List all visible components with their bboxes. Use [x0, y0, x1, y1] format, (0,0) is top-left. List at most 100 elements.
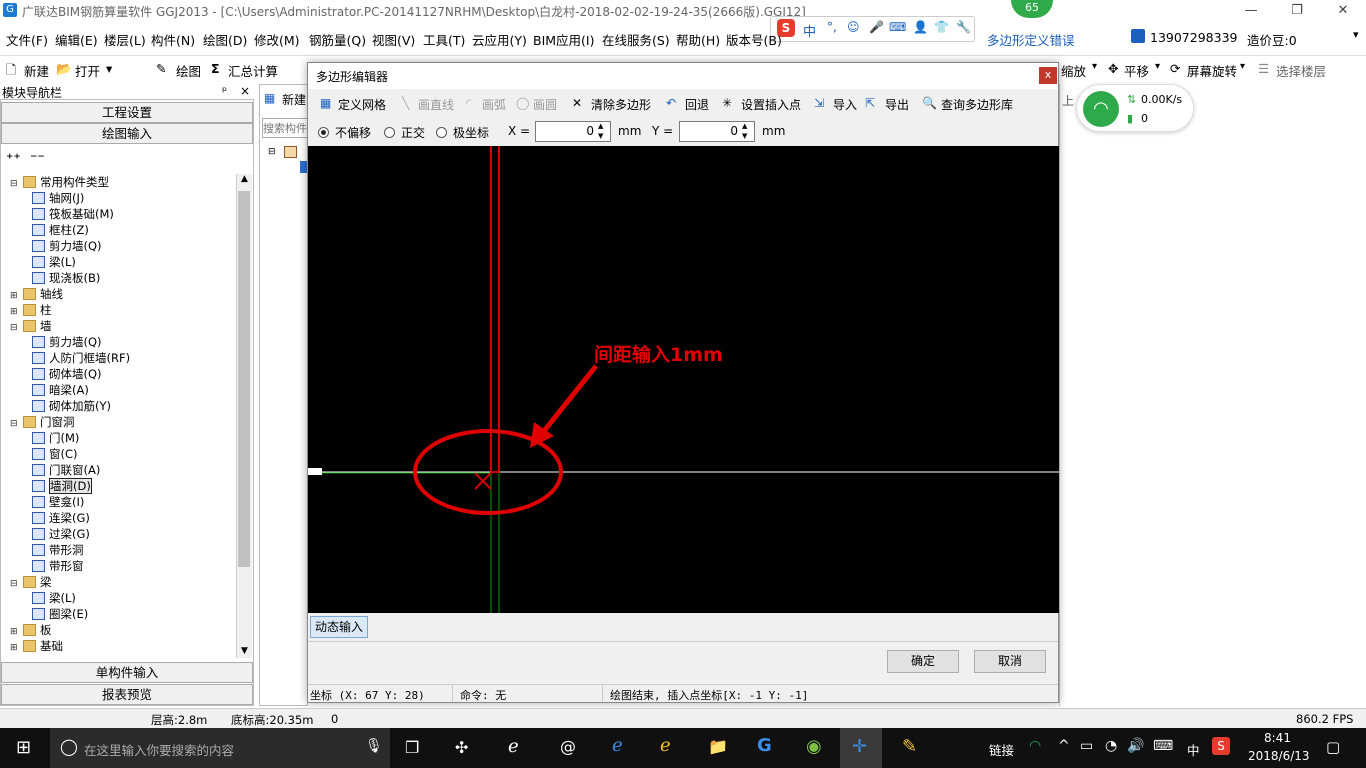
draw-icon[interactable]: ✎	[156, 61, 166, 76]
undo-button[interactable]: 回退	[685, 96, 709, 113]
tree-expand-icon[interactable]: ⊟	[268, 147, 276, 157]
minimize-button[interactable]: —	[1228, 0, 1274, 22]
mic-icon[interactable]: 🎙	[365, 738, 383, 754]
tree-folder[interactable]: ⊟ 梁	[10, 574, 52, 590]
ie-icon[interactable]: ℯ	[660, 735, 671, 756]
draw-button[interactable]: 绘图	[176, 61, 201, 80]
screen-rotate-button[interactable]: 屏幕旋转	[1187, 61, 1237, 80]
menu-item[interactable]: 文件(F)	[6, 30, 48, 49]
menu-item[interactable]: 楼层(L)	[104, 30, 146, 49]
taskbar-link[interactable]: 链接	[989, 740, 1014, 759]
menu-item[interactable]: 绘图(D)	[203, 30, 247, 49]
magnifier-icon[interactable]: 🔍	[922, 96, 937, 110]
glodon-icon[interactable]: G	[757, 735, 772, 756]
collapse-icon[interactable]: ⊟	[10, 320, 20, 336]
windows-start-icon[interactable]: ⊞	[16, 737, 31, 758]
menu-item[interactable]: 修改(M)	[254, 30, 300, 49]
dropdown-arrow-icon[interactable]: ▾	[1353, 28, 1359, 41]
tree-item[interactable]: 连梁(G)	[32, 510, 90, 526]
tree-item[interactable]: 壁龛(I)	[32, 494, 84, 510]
tree-item[interactable]: 砌体墙(Q)	[32, 366, 102, 382]
edge-icon[interactable]: ℯ	[612, 735, 623, 756]
set-insert-point-button[interactable]: 设置插入点	[741, 96, 801, 113]
insert-point-icon[interactable]: ✳	[722, 96, 732, 110]
tree-folder[interactable]: ⊟ 常用构件类型	[10, 174, 109, 190]
menu-item[interactable]: 云应用(Y)	[472, 30, 527, 49]
tree-item[interactable]: 梁(L)	[32, 254, 76, 270]
tray-chevron-icon[interactable]: ^	[1058, 738, 1070, 754]
phone-number[interactable]: 13907298339	[1150, 30, 1237, 45]
polar-radio[interactable]: 极坐标	[436, 124, 489, 141]
battery-tray-icon[interactable]: ▭	[1080, 738, 1093, 754]
menu-item[interactable]: 编辑(E)	[55, 30, 98, 49]
new-component-button[interactable]: 新建	[282, 91, 306, 108]
wifi-tray-icon[interactable]: ◔	[1105, 738, 1117, 754]
tree-item[interactable]: 剪力墙(Q)	[32, 238, 102, 254]
canvas-svg[interactable]	[308, 146, 1059, 613]
grid-icon[interactable]: ▦	[320, 96, 331, 110]
open-button[interactable]: 打开	[75, 61, 100, 80]
collapse-icon[interactable]: ⊟	[10, 576, 20, 592]
app-fan-icon[interactable]: ✣	[455, 738, 468, 757]
ok-button[interactable]: 确定	[887, 650, 959, 673]
pan-icon[interactable]: ✥	[1108, 61, 1118, 76]
menu-item[interactable]: 帮助(H)	[676, 30, 720, 49]
tree-item[interactable]: 门联窗(A)	[32, 462, 100, 478]
tree-scroll-thumb[interactable]	[238, 191, 250, 567]
tree-folder[interactable]: ⊟ 门窗洞	[10, 414, 75, 430]
polygon-canvas[interactable]: 间距输入1mm	[308, 146, 1059, 613]
polygon-error-link[interactable]: 多边形定义错误	[987, 30, 1075, 49]
tree-item[interactable]: 带形洞	[32, 542, 84, 558]
edge-legacy-icon[interactable]: ℯ	[508, 736, 519, 757]
pin-icon[interactable]: ᵖ	[222, 84, 227, 98]
draw-input-button[interactable]: 绘图输入	[1, 123, 253, 144]
file-explorer-icon[interactable]: 📁	[708, 737, 728, 756]
tree-item[interactable]: 人防门框墙(RF)	[32, 350, 130, 366]
query-polygon-library-button[interactable]: 查询多边形库	[941, 96, 1013, 113]
tree-item[interactable]: 轴网(J)	[32, 190, 84, 206]
rotate-dropdown-icon[interactable]: ▾	[1240, 61, 1245, 72]
sum-icon[interactable]: Σ	[211, 61, 220, 76]
new-button[interactable]: 新建	[24, 61, 49, 80]
close-button[interactable]: ✕	[1320, 0, 1366, 22]
input-lang[interactable]: 中	[1187, 740, 1200, 759]
menu-item[interactable]: 钢筋量(Q)	[309, 30, 366, 49]
expand-all-icon[interactable]: ⁺⁺	[6, 151, 21, 167]
pan-button[interactable]: 平移	[1124, 61, 1149, 80]
tree-item[interactable]: 剪力墙(Q)	[32, 334, 102, 350]
price-beans[interactable]: 造价豆:0	[1247, 30, 1297, 49]
tree-item[interactable]: 窗(C)	[32, 446, 78, 462]
menu-item[interactable]: 构件(N)	[151, 30, 195, 49]
x-spinner-icon[interactable]: ▲ ▼	[598, 121, 603, 141]
report-preview-button[interactable]: 报表预览	[1, 684, 253, 705]
spiral-app-icon[interactable]: @	[560, 737, 576, 756]
tree-item[interactable]: 框柱(Z)	[32, 222, 89, 238]
orthogonal-radio[interactable]: 正交	[384, 124, 425, 141]
menu-item[interactable]: 工具(T)	[423, 30, 465, 49]
collapse-icon[interactable]: ⊟	[10, 176, 20, 192]
tree-item[interactable]: 现浇板(B)	[32, 270, 100, 286]
tree-item[interactable]: 圈梁(E)	[32, 606, 88, 622]
maximize-button[interactable]: ❐	[1274, 0, 1320, 22]
project-settings-button[interactable]: 工程设置	[1, 102, 253, 123]
clock-date[interactable]: 2018/6/13	[1248, 749, 1310, 763]
single-component-button[interactable]: 单构件输入	[1, 662, 253, 683]
keyboard-tray-icon[interactable]: ⌨	[1153, 738, 1173, 754]
volume-icon[interactable]: 🔊	[1127, 738, 1144, 754]
component-search-input[interactable]	[262, 118, 308, 138]
select-floor-button[interactable]: 选择楼层	[1276, 61, 1326, 80]
tree-item[interactable]: 过梁(G)	[32, 526, 90, 542]
tree-folder[interactable]: ⊞ 基础	[10, 638, 63, 654]
dialog-close-button[interactable]: x	[1039, 67, 1057, 84]
y-spinner-icon[interactable]: ▲ ▼	[742, 121, 747, 141]
new-component-icon[interactable]: ▦	[264, 91, 275, 105]
green-app-icon[interactable]: ◉	[806, 736, 822, 757]
notification-icon[interactable]: ▢	[1326, 738, 1340, 756]
import-icon[interactable]: ⇲	[814, 96, 824, 110]
tree-folder[interactable]: ⊞ 板	[10, 622, 52, 638]
tree-item[interactable]: 砌体加筋(Y)	[32, 398, 111, 414]
collapse-icon[interactable]: ⊟	[10, 416, 20, 432]
tree-item[interactable]: 带形窗	[32, 558, 84, 574]
dynamic-input-button[interactable]: 动态输入	[310, 616, 368, 638]
tree-folder[interactable]: ⊞ 轴线	[10, 286, 63, 302]
